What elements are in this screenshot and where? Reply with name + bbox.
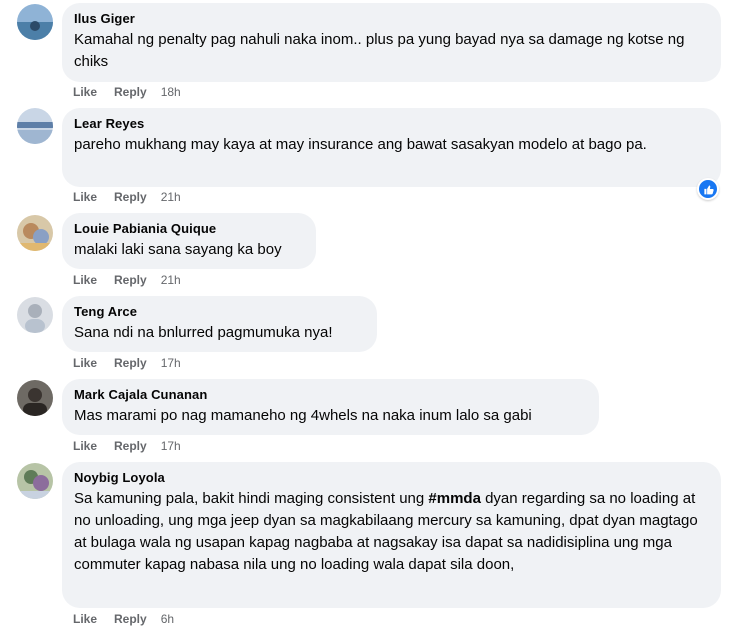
comment-actions: Like Reply 6h bbox=[73, 611, 174, 627]
like-button[interactable]: Like bbox=[73, 438, 97, 454]
avatar[interactable] bbox=[17, 108, 53, 144]
reply-button[interactable]: Reply bbox=[114, 438, 147, 454]
comment-text-part: Sa kamuning pala, bakit hindi maging con… bbox=[74, 490, 429, 507]
comment-actions: Like Reply 18h bbox=[73, 84, 181, 100]
like-button[interactable]: Like bbox=[73, 84, 97, 100]
like-button[interactable]: Like bbox=[73, 611, 97, 627]
comment-text: Sa kamuning pala, bakit hindi maging con… bbox=[74, 488, 709, 576]
comment-actions: Like Reply 21h bbox=[73, 189, 181, 205]
comment-text: Sana ndi na bnlurred pagmumuka nya! bbox=[74, 324, 333, 341]
comment-text: malaki laki sana sayang ka boy bbox=[74, 241, 282, 258]
timestamp[interactable]: 18h bbox=[161, 84, 181, 100]
reply-button[interactable]: Reply bbox=[114, 84, 147, 100]
commenter-name[interactable]: Teng Arce bbox=[74, 304, 365, 320]
commenter-name[interactable]: Mark Cajala Cunanan bbox=[74, 387, 587, 403]
comment-bubble: Louie Pabiania Quique malaki laki sana s… bbox=[62, 213, 316, 269]
comment-text: Kamahal ng penalty pag nahuli naka inom.… bbox=[74, 31, 685, 70]
avatar[interactable] bbox=[17, 463, 53, 499]
timestamp[interactable]: 6h bbox=[161, 611, 174, 627]
timestamp[interactable]: 21h bbox=[161, 189, 181, 205]
like-button[interactable]: Like bbox=[73, 189, 97, 205]
avatar[interactable] bbox=[17, 215, 53, 251]
hashtag-link[interactable]: #mmda bbox=[428, 490, 481, 507]
comment-actions: Like Reply 17h bbox=[73, 438, 181, 454]
avatar[interactable] bbox=[17, 380, 53, 416]
comment-actions: Like Reply 21h bbox=[73, 272, 181, 288]
comment-actions: Like Reply 17h bbox=[73, 355, 181, 371]
comment-text: Mas marami po nag mamaneho ng 4whels na … bbox=[74, 407, 532, 424]
commenter-name[interactable]: Noybig Loyola bbox=[74, 470, 709, 486]
comment-bubble: Teng Arce Sana ndi na bnlurred pagmumuka… bbox=[62, 296, 377, 352]
like-reaction-icon[interactable] bbox=[697, 178, 719, 200]
comment-text: pareho mukhang may kaya at may insurance… bbox=[74, 136, 647, 153]
like-button[interactable]: Like bbox=[73, 355, 97, 371]
timestamp[interactable]: 17h bbox=[161, 438, 181, 454]
reply-button[interactable]: Reply bbox=[114, 611, 147, 627]
timestamp[interactable]: 21h bbox=[161, 272, 181, 288]
comment-bubble: Mark Cajala Cunanan Mas marami po nag ma… bbox=[62, 379, 599, 435]
avatar[interactable] bbox=[17, 4, 53, 40]
timestamp[interactable]: 17h bbox=[161, 355, 181, 371]
reply-button[interactable]: Reply bbox=[114, 189, 147, 205]
like-button[interactable]: Like bbox=[73, 272, 97, 288]
commenter-name[interactable]: Lear Reyes bbox=[74, 116, 709, 132]
commenter-name[interactable]: Ilus Giger bbox=[74, 11, 709, 27]
reply-button[interactable]: Reply bbox=[114, 355, 147, 371]
comment-bubble: Ilus Giger Kamahal ng penalty pag nahuli… bbox=[62, 3, 721, 82]
avatar[interactable] bbox=[17, 297, 53, 333]
reply-button[interactable]: Reply bbox=[114, 272, 147, 288]
comment-bubble: Lear Reyes pareho mukhang may kaya at ma… bbox=[62, 108, 721, 187]
comment-bubble: Noybig Loyola Sa kamuning pala, bakit hi… bbox=[62, 462, 721, 608]
commenter-name[interactable]: Louie Pabiania Quique bbox=[74, 221, 304, 237]
